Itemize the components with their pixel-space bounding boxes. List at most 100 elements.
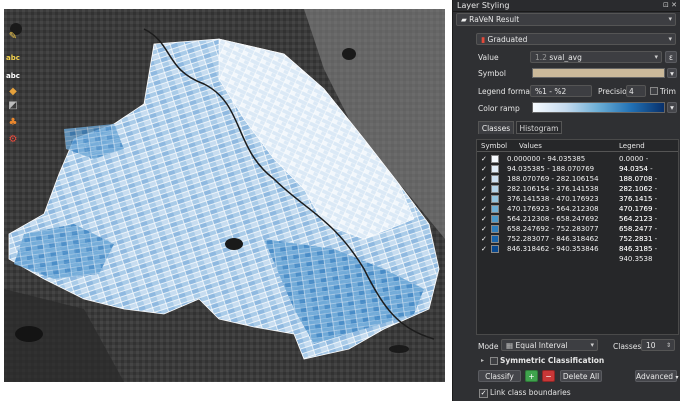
chevron-down-icon: ▾ bbox=[654, 53, 658, 61]
class-color-swatch[interactable] bbox=[491, 175, 499, 183]
add-class-button[interactable]: + bbox=[525, 370, 538, 382]
expression-button[interactable]: ε bbox=[665, 51, 677, 63]
table-row[interactable]: ✓ 658.247692 - 752.283077 658.2477 - 752… bbox=[477, 224, 678, 243]
chevron-down-icon: ▾ bbox=[668, 15, 672, 23]
table-row[interactable]: ✓ 282.106154 - 376.141538 282.1062 - 376… bbox=[477, 184, 678, 203]
class-color-swatch[interactable] bbox=[491, 225, 499, 233]
map-canvas[interactable] bbox=[0, 0, 452, 401]
value-field-selector[interactable]: 1.2 sval_avg ▾ bbox=[530, 51, 662, 63]
class-values[interactable]: 188.070769 - 282.106154 bbox=[507, 174, 599, 184]
remove-class-button[interactable]: − bbox=[542, 370, 555, 382]
class-visible-checkbox[interactable]: ✓ bbox=[481, 164, 487, 174]
layer-selector-value: RaVeN Result bbox=[469, 15, 520, 24]
class-color-swatch[interactable] bbox=[491, 235, 499, 243]
class-color-swatch[interactable] bbox=[491, 155, 499, 163]
chevron-down-icon: ▾ bbox=[590, 341, 594, 349]
column-header-symbol[interactable]: Symbol bbox=[481, 142, 507, 150]
advanced-button[interactable]: Advanced ▾ bbox=[635, 370, 678, 382]
tab-histogram-label: Histogram bbox=[519, 124, 559, 133]
table-row[interactable]: ✓ 0.000000 - 94.035385 0.0000 - 94.0354 bbox=[477, 154, 678, 173]
class-values[interactable]: 0.000000 - 94.035385 bbox=[507, 154, 585, 164]
diagrams-icon[interactable]: ◩ bbox=[6, 100, 20, 112]
class-visible-checkbox[interactable]: ✓ bbox=[481, 194, 487, 204]
table-header-divider bbox=[477, 151, 678, 152]
legend-format-input[interactable]: %1 - %2 bbox=[530, 85, 592, 97]
class-color-swatch[interactable] bbox=[491, 205, 499, 213]
class-values[interactable]: 564.212308 - 658.247692 bbox=[507, 214, 599, 224]
class-visible-checkbox[interactable]: ✓ bbox=[481, 234, 487, 244]
precision-spinbox[interactable]: 4 bbox=[626, 85, 646, 97]
classes-count-label: Classes bbox=[613, 342, 642, 351]
panel-window-buttons[interactable]: ⊡ ✕ bbox=[663, 1, 677, 9]
rendering-icon[interactable]: ⚙ bbox=[6, 134, 20, 146]
symbology-brush-icon[interactable]: ✎ bbox=[6, 31, 20, 43]
table-row[interactable]: ✓ 752.283077 - 846.318462 752.2831 - 846… bbox=[477, 234, 678, 253]
tab-histogram[interactable]: Histogram bbox=[516, 121, 562, 134]
renderer-selector[interactable]: ▮ Graduated ▾ bbox=[476, 33, 676, 45]
classify-button[interactable]: Classify bbox=[478, 370, 521, 382]
masks-icon[interactable]: abc bbox=[6, 70, 20, 82]
legend-format-value: %1 - %2 bbox=[535, 87, 567, 96]
legend-format-label: Legend format bbox=[478, 87, 533, 96]
class-values[interactable]: 282.106154 - 376.141538 bbox=[507, 184, 599, 194]
delete-all-button[interactable]: Delete All bbox=[560, 370, 602, 382]
fields-icon[interactable]: ♣ bbox=[6, 117, 20, 129]
link-boundaries-checkbox[interactable]: ✓ bbox=[479, 389, 488, 398]
mode-selector[interactable]: ▦ Equal Interval ▾ bbox=[501, 339, 598, 351]
symbol-dropdown-button[interactable]: ▾ bbox=[667, 68, 677, 78]
table-row[interactable]: ✓ 188.070769 - 282.106154 188.0708 - 282… bbox=[477, 174, 678, 193]
classes-count-spinbox[interactable]: 10 ⇕ bbox=[641, 339, 675, 351]
class-values[interactable]: 658.247692 - 752.283077 bbox=[507, 224, 599, 234]
column-header-values[interactable]: Values bbox=[519, 142, 542, 150]
class-color-swatch[interactable] bbox=[491, 215, 499, 223]
delete-all-button-label: Delete All bbox=[562, 372, 600, 381]
class-values[interactable]: 846.318462 - 940.353846 bbox=[507, 244, 599, 254]
class-color-swatch[interactable] bbox=[491, 195, 499, 203]
class-values[interactable]: 94.035385 - 188.070769 bbox=[507, 164, 594, 174]
trim-label: Trim bbox=[660, 87, 676, 96]
renderer-selector-value: Graduated bbox=[487, 35, 528, 44]
class-visible-checkbox[interactable]: ✓ bbox=[481, 204, 487, 214]
color-ramp-dropdown-button[interactable]: ▾ bbox=[667, 102, 677, 113]
table-row[interactable]: ✓ 470.176923 - 564.212308 470.1769 - 564… bbox=[477, 204, 678, 223]
color-ramp-button[interactable] bbox=[532, 102, 665, 113]
class-visible-checkbox[interactable]: ✓ bbox=[481, 154, 487, 164]
classes-table[interactable]: Symbol Values Legend ✓ 0.000000 - 94.035… bbox=[476, 139, 679, 335]
classify-button-label: Classify bbox=[485, 372, 514, 381]
panel-title: Layer Styling bbox=[457, 1, 510, 10]
class-color-swatch[interactable] bbox=[491, 185, 499, 193]
expand-arrow-icon[interactable]: ▸ bbox=[481, 357, 484, 364]
column-header-legend[interactable]: Legend bbox=[619, 142, 645, 150]
symmetric-checkbox[interactable] bbox=[490, 357, 498, 365]
map-image[interactable] bbox=[4, 9, 445, 382]
layer-selector[interactable]: ▰ RaVeN Result ▾ bbox=[456, 13, 676, 26]
trim-checkbox[interactable] bbox=[650, 87, 658, 95]
class-visible-checkbox[interactable]: ✓ bbox=[481, 244, 487, 254]
classes-count-value: 10 bbox=[646, 341, 656, 350]
spin-arrows-icon: ⇕ bbox=[665, 342, 671, 349]
panel-titlebar: Layer Styling ⊡ ✕ bbox=[453, 0, 680, 12]
class-legend[interactable]: 846.3185 - 940.3538 bbox=[619, 244, 678, 264]
link-boundaries-label: Link class boundaries bbox=[490, 388, 571, 397]
table-row[interactable]: ✓ 564.212308 - 658.247692 564.2123 - 658… bbox=[477, 214, 678, 233]
class-visible-checkbox[interactable]: ✓ bbox=[481, 184, 487, 194]
class-color-swatch[interactable] bbox=[491, 245, 499, 253]
vector-layer-icon: ▰ bbox=[461, 15, 470, 24]
tab-classes[interactable]: Classes bbox=[478, 121, 514, 134]
labels-icon[interactable]: abc bbox=[6, 52, 20, 64]
table-row[interactable]: ✓ 846.318462 - 940.353846 846.3185 - 940… bbox=[477, 244, 678, 263]
mode-label: Mode bbox=[478, 342, 499, 351]
mode-value: Equal Interval bbox=[515, 341, 568, 350]
symbol-color-button[interactable] bbox=[532, 68, 665, 78]
class-values[interactable]: 752.283077 - 846.318462 bbox=[507, 234, 599, 244]
class-visible-checkbox[interactable]: ✓ bbox=[481, 174, 487, 184]
satellite-map-render bbox=[4, 9, 445, 382]
3d-view-icon[interactable]: ◆ bbox=[6, 86, 20, 98]
class-visible-checkbox[interactable]: ✓ bbox=[481, 214, 487, 224]
class-visible-checkbox[interactable]: ✓ bbox=[481, 224, 487, 234]
table-row[interactable]: ✓ 376.141538 - 470.176923 376.1415 - 470… bbox=[477, 194, 678, 213]
table-row[interactable]: ✓ 94.035385 - 188.070769 94.0354 - 188.0… bbox=[477, 164, 678, 183]
class-values[interactable]: 376.141538 - 470.176923 bbox=[507, 194, 599, 204]
class-color-swatch[interactable] bbox=[491, 165, 499, 173]
class-values[interactable]: 470.176923 - 564.212308 bbox=[507, 204, 599, 214]
